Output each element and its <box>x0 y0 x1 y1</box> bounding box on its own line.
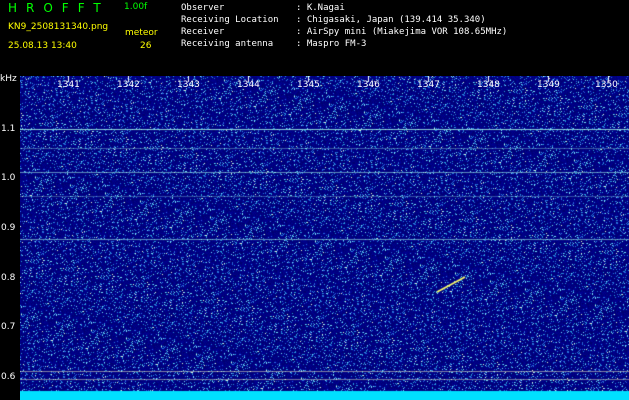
mode-label: meteor <box>125 28 158 38</box>
y-tick-label: 0.6 <box>1 372 16 382</box>
x-tick-label: 1342 <box>117 80 140 90</box>
detection-count: 26 <box>140 41 152 51</box>
y-tick-label: 1.0 <box>1 173 16 183</box>
x-tick-label: 1350 <box>595 80 618 90</box>
observer-value: : K.Nagai <box>296 3 345 13</box>
y-axis-unit: kHz <box>0 74 17 84</box>
y-tick-label: 0.9 <box>1 223 16 233</box>
app-title: HROFFT <box>8 1 110 15</box>
receiver-value: : AirSpy mini (Miakejima VOR 108.65MHz) <box>296 27 508 37</box>
spectrogram <box>20 76 629 400</box>
receiver-label: Receiver <box>181 27 225 37</box>
observer-label: Observer <box>181 3 225 13</box>
antenna-value: : Maspro FM-3 <box>296 39 367 49</box>
location-value: : Chigasaki, Japan (139.414 35.340) <box>296 15 486 25</box>
y-tick-label: 0.7 <box>1 322 16 332</box>
x-tick-label: 1346 <box>357 80 380 90</box>
x-tick-label: 1345 <box>297 80 320 90</box>
x-tick-label: 1348 <box>477 80 500 90</box>
header-panel: HROFFT 1.00f KN9_2508131340.png meteor 2… <box>0 0 629 72</box>
file-name: KN9_2508131340.png <box>8 22 109 32</box>
x-tick-label: 1349 <box>537 80 560 90</box>
x-tick-label: 1347 <box>417 80 440 90</box>
antenna-label: Receiving antenna <box>181 39 274 49</box>
timestamp: 25.08.13 13:40 <box>8 41 77 51</box>
y-tick-label: 1.1 <box>1 124 16 134</box>
y-tick-label: 0.8 <box>1 273 16 283</box>
x-tick-label: 1341 <box>57 80 80 90</box>
x-tick-label: 1343 <box>177 80 200 90</box>
app-version: 1.00f <box>124 2 148 12</box>
x-tick-label: 1344 <box>237 80 260 90</box>
location-label: Receiving Location <box>181 15 279 25</box>
spectrogram-canvas <box>20 76 629 400</box>
